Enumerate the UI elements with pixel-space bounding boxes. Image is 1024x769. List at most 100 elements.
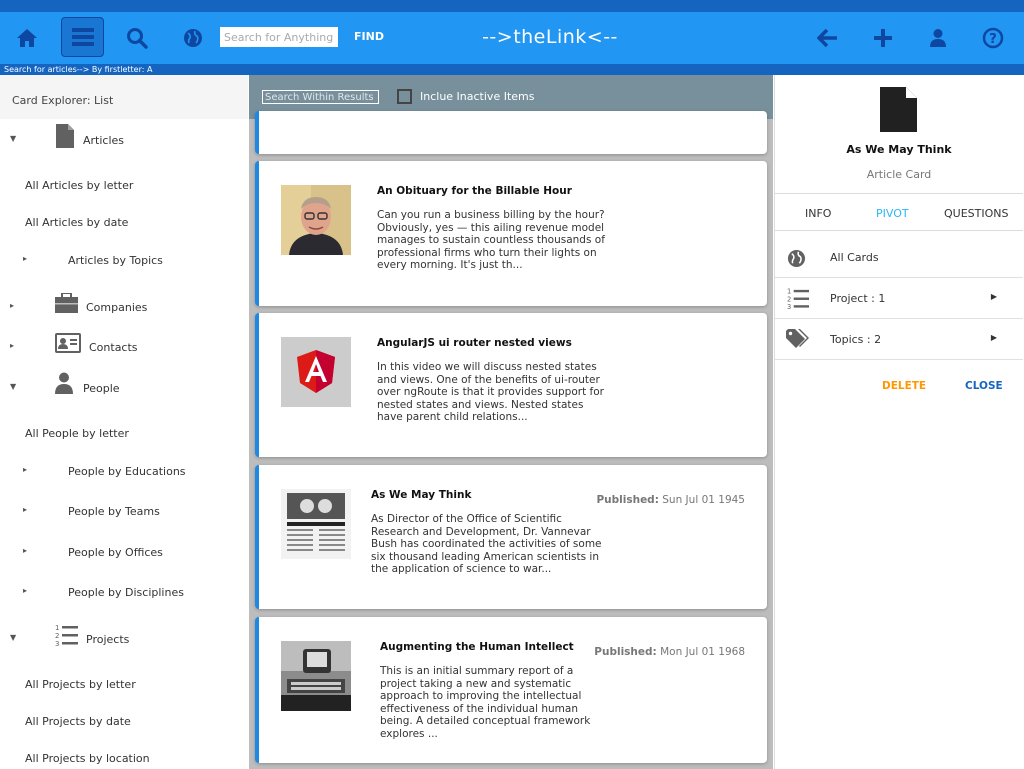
app-title: -->theLink<-- [482, 26, 618, 48]
pivot-row-topics[interactable]: Topics : 2 ▶ [775, 319, 1023, 360]
contact-card-icon [55, 333, 81, 353]
include-inactive-label: Inclue Inactive Items [420, 90, 535, 103]
breadcrumb: Search for articles--> By firstletter: A [0, 64, 1024, 75]
sidebar-item-articles-by-date[interactable]: All Articles by date [0, 216, 248, 229]
numbered-list-icon: 123 [55, 624, 78, 647]
card-title: An Obituary for the Billable Hour [377, 185, 572, 197]
svg-text:2: 2 [55, 632, 59, 640]
top-app-bar: FIND -->theLink<-- ? [0, 12, 1024, 64]
svg-text:3: 3 [787, 303, 791, 310]
home-icon[interactable] [10, 21, 44, 55]
sidebar-title: Card Explorer: List [0, 75, 248, 119]
caret-down-icon[interactable]: ▼ [10, 134, 16, 143]
detail-tabs: INFO PIVOT QUESTIONS [775, 193, 1023, 231]
list-view-button[interactable] [61, 17, 104, 57]
caret-right-icon[interactable]: ▸ [10, 301, 14, 310]
card-title: AngularJS ui router nested views [377, 337, 572, 349]
card-title: As We May Think [371, 489, 472, 501]
caret-down-icon[interactable]: ▼ [10, 633, 16, 642]
sidebar-item-label: Articles [83, 134, 125, 147]
card-detail-panel: As We May Think Article Card INFO PIVOT … [774, 75, 1024, 769]
article-card[interactable]: AngularJS ui router nested views In this… [255, 313, 767, 457]
sidebar-item-label: People by Educations [68, 465, 186, 478]
caret-right-icon[interactable]: ▸ [10, 341, 14, 350]
card-excerpt: In this video we will discuss nested sta… [377, 361, 604, 423]
svg-text:3: 3 [55, 640, 59, 647]
published-date: Sun Jul 01 1945 [662, 494, 745, 506]
tab-pivot[interactable]: PIVOT [876, 207, 909, 220]
detail-title: As We May Think [846, 143, 952, 156]
caret-right-icon[interactable]: ▸ [23, 465, 27, 474]
sidebar-item-projects-by-letter[interactable]: All Projects by letter [0, 678, 248, 691]
search-within-input[interactable] [262, 90, 379, 104]
svg-text:?: ? [989, 32, 997, 47]
tab-info[interactable]: INFO [805, 207, 831, 220]
globe-icon [787, 249, 806, 268]
briefcase-icon [55, 293, 78, 313]
pivot-row-all-cards[interactable]: All Cards [775, 237, 1023, 278]
article-card-partial[interactable] [255, 111, 767, 154]
caret-right-icon[interactable]: ▸ [23, 586, 27, 595]
find-button[interactable]: FIND [354, 30, 384, 43]
person-icon [55, 372, 73, 394]
add-icon[interactable] [866, 21, 900, 55]
sidebar-item-people-by-letter[interactable]: All People by letter [0, 427, 248, 440]
sidebar-item-label: People by Offices [68, 546, 163, 559]
card-excerpt: This is an initial summary report of a p… [380, 665, 591, 740]
globe-icon[interactable] [176, 21, 210, 55]
sidebar-item-label: Articles by Topics [68, 254, 163, 267]
back-arrow-icon[interactable] [811, 21, 845, 55]
sidebar-item-label: Companies [86, 301, 148, 314]
angular-logo-thumbnail [281, 337, 351, 407]
sidebar-item-articles-by-letter[interactable]: All Articles by letter [0, 179, 248, 192]
document-icon [880, 87, 917, 132]
global-search-input[interactable] [220, 27, 338, 47]
numbered-list-icon: 123 [787, 288, 810, 310]
help-icon[interactable]: ? [976, 21, 1010, 55]
tab-questions[interactable]: QUESTIONS [944, 207, 1008, 220]
portrait-photo-thumbnail [281, 185, 351, 255]
caret-right-icon: ▶ [990, 292, 997, 301]
caret-right-icon[interactable]: ▸ [23, 505, 27, 514]
card-explorer-sidebar: Card Explorer: List ▼ Articles All Artic… [0, 75, 248, 769]
results-panel: Inclue Inactive Items An Obituary for th… [249, 75, 773, 769]
search-icon[interactable] [120, 21, 154, 55]
sidebar-item-label: People by Teams [68, 505, 160, 518]
sidebar-item-label: People by Disciplines [68, 586, 184, 599]
document-icon [56, 124, 74, 148]
sidebar-item-projects-by-location[interactable]: All Projects by location [0, 752, 248, 765]
article-card[interactable]: An Obituary for the Billable Hour Can yo… [255, 161, 767, 306]
computer-photo-thumbnail [281, 641, 351, 711]
close-button[interactable]: CLOSE [965, 380, 1003, 392]
article-card[interactable]: Augmenting the Human Intellect Published… [255, 617, 767, 763]
pivot-row-project[interactable]: 123 Project : 1 ▶ [775, 278, 1023, 319]
published-date: Mon Jul 01 1968 [660, 646, 745, 658]
list-view-icon [71, 28, 94, 46]
include-inactive-checkbox[interactable] [397, 89, 412, 104]
card-excerpt: Can you run a business billing by the ho… [377, 209, 605, 271]
window-top-strip [0, 0, 1024, 12]
article-card-selected[interactable]: As We May Think Published: Sun Jul 01 19… [255, 465, 767, 609]
card-published: Published: Sun Jul 01 1945 [596, 494, 745, 506]
svg-text:1: 1 [55, 624, 59, 632]
caret-down-icon[interactable]: ▼ [10, 382, 16, 391]
newspaper-clipping-thumbnail [281, 489, 351, 559]
caret-right-icon[interactable]: ▸ [23, 546, 27, 555]
published-label: Published: [596, 494, 659, 506]
caret-right-icon[interactable]: ▸ [23, 254, 27, 263]
row-label: All Cards [830, 251, 879, 264]
sidebar-item-label: Contacts [89, 341, 138, 354]
sidebar-item-projects-by-date[interactable]: All Projects by date [0, 715, 248, 728]
caret-right-icon: ▶ [990, 333, 997, 342]
tags-icon [786, 329, 809, 348]
user-icon[interactable] [921, 21, 955, 55]
row-label: Topics : 2 [830, 333, 882, 346]
delete-button[interactable]: DELETE [882, 380, 926, 392]
card-title: Augmenting the Human Intellect [380, 641, 574, 653]
row-label: Project : 1 [830, 292, 886, 305]
detail-subtitle: Article Card [866, 168, 932, 181]
sidebar-item-label: People [83, 382, 120, 395]
card-excerpt: As Director of the Office of Scientific … [371, 513, 602, 575]
sidebar-item-label: Projects [86, 633, 130, 646]
published-label: Published: [594, 646, 657, 658]
